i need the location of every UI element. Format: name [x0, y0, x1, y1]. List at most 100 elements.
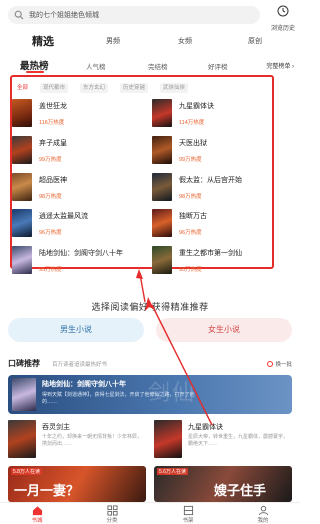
nav-profile[interactable]: 我的: [243, 505, 283, 524]
nav-bookshelf[interactable]: 书架: [168, 505, 208, 524]
tab-nanpin[interactable]: 男频: [106, 36, 120, 46]
book-cover: [12, 136, 32, 164]
book-cover: [12, 378, 36, 411]
rank-item[interactable]: 重生之都市第一剑仙 93万热度: [152, 246, 282, 276]
refresh-icon: [267, 361, 274, 367]
main-tabs: 精选 男频 女频 原创: [0, 30, 300, 50]
reader-count-badge: 5.8万人在读: [11, 468, 42, 475]
tab-yuanchuang[interactable]: 原创: [248, 36, 262, 46]
tab-nvpin[interactable]: 女频: [178, 36, 192, 46]
book-heat: 98万热度: [179, 194, 202, 200]
book-cover: [12, 209, 32, 237]
active-tab-indicator: [26, 71, 44, 73]
book-heat: 96万热度: [39, 230, 62, 236]
book-title: 盖世狂龙: [39, 103, 67, 110]
tab-wanjie[interactable]: 完结榜: [148, 61, 168, 71]
chip-wuxia[interactable]: 武侠仙侠: [160, 83, 189, 93]
bookshelf-icon: [183, 505, 193, 516]
grid-icon: [106, 505, 118, 516]
refresh-button[interactable]: 换一批: [267, 360, 292, 368]
ranking-tabs: 最热榜 人气榜 完结榜 好评榜 完整榜单 ›: [0, 58, 300, 74]
book-cover: [12, 99, 32, 127]
koubei-header: 口碑推荐 百万读者追读最热好书 换一批: [0, 358, 300, 372]
rank-item[interactable]: 弃子成皇 99万热度: [12, 136, 142, 166]
book-banner-strip[interactable]: 5.8万人在读 一月一妻？: [8, 466, 146, 502]
nav-label: 分类: [106, 518, 118, 524]
book-heat: 114万热度: [179, 120, 205, 126]
book-cover: [152, 173, 172, 201]
chip-history[interactable]: 历史穿越: [120, 83, 149, 93]
tab-zuire[interactable]: 最热榜: [20, 58, 49, 72]
book-card[interactable]: 吞灵剑主 十年之约，却换来一朝无情背叛！少年林辰，携剑而出……: [8, 420, 148, 462]
book-cover: [152, 246, 172, 274]
book-heat: 99万热度: [179, 157, 202, 163]
book-banner-strip[interactable]: 5.6万人在读 嫂子住手: [154, 466, 292, 502]
rank-item[interactable]: 天医出狱 99万热度: [152, 136, 282, 166]
tab-renqi[interactable]: 人气榜: [86, 61, 106, 71]
section-subtitle: 百万读者追读最热好书: [52, 362, 108, 368]
section-title: 口碑推荐: [8, 359, 40, 368]
book-cover: [152, 209, 172, 237]
nav-label: 书架: [182, 518, 194, 524]
book-title: 重生之都市第一剑仙: [179, 250, 242, 257]
book-cover: [12, 173, 32, 201]
reader-count-badge: 5.6万人在读: [157, 468, 188, 475]
book-title: 弃子成皇: [39, 140, 67, 147]
chip-fantasy[interactable]: 东方玄幻: [80, 83, 109, 93]
nav-label: 我的: [257, 518, 269, 524]
preference-title: 选择阅读偏好·获得精准推荐: [91, 303, 209, 313]
search-input[interactable]: 我的七个姐姐绝色倾城: [8, 6, 260, 24]
book-heat: 95万热度: [39, 267, 62, 273]
book-heat: 96万热度: [179, 230, 202, 236]
book-heat: 93万热度: [179, 267, 202, 273]
book-cover: [12, 246, 32, 274]
book-title: 超品医神: [39, 177, 67, 184]
book-description: 星辰大帝，转世重生，九星霸体，震撼寰宇，霸绝天下……: [188, 434, 289, 447]
book-title: 假太监：从后宫开始: [179, 177, 242, 184]
featured-book-banner[interactable]: 剑仙 陆地剑仙：剑阁守剑八十年 得到天赋【剑道通神】，获得七星剑法，开启了他修仙…: [8, 375, 292, 414]
rank-item[interactable]: 超品医神 98万热度: [12, 173, 142, 203]
chip-all[interactable]: 全部: [14, 83, 32, 93]
chip-urban[interactable]: 现代都市: [40, 83, 69, 93]
book-card[interactable]: 九星霸体诀 星辰大帝，转世重生，九星霸体，震撼寰宇，霸绝天下……: [154, 420, 294, 462]
book-title: 逍遥太监最风流: [39, 213, 88, 220]
book-cover: [8, 420, 36, 458]
home-icon: [32, 506, 42, 516]
refresh-label: 换一批: [275, 362, 292, 368]
tab-haoping[interactable]: 好评榜: [208, 61, 228, 71]
banner-headline: 嫂子住手: [214, 484, 267, 499]
female-novel-button[interactable]: 女生小说: [156, 318, 292, 342]
book-heat: 98万热度: [39, 194, 62, 200]
book-description: 得到天赋【剑道通神】，获得七星剑法，开启了他修仙之路，打开了他的……: [42, 392, 195, 405]
bottom-nav: 书城 分类 书架 我的: [0, 502, 300, 524]
full-ranking-link[interactable]: 完整榜单 ›: [266, 61, 294, 70]
male-novel-button[interactable]: 男生小说: [8, 318, 144, 342]
history-button[interactable]: 浏览历史: [268, 4, 298, 32]
book-title: 陆地剑仙：剑阁守剑八十年: [39, 250, 123, 257]
search-placeholder: 我的七个姐姐绝色倾城: [29, 12, 99, 19]
book-title: 独断万古: [179, 213, 207, 220]
book-title: 陆地剑仙：剑阁守剑八十年: [42, 381, 126, 388]
book-title: 天医出狱: [179, 140, 207, 147]
nav-bookstore[interactable]: 书城: [17, 505, 57, 524]
rank-item[interactable]: 九星霸体诀 114万热度: [152, 99, 282, 129]
book-title: 九星霸体诀: [188, 424, 223, 431]
rank-item[interactable]: 独断万古 96万热度: [152, 209, 282, 239]
rank-item[interactable]: 逍遥太监最风流 96万热度: [12, 209, 142, 239]
rank-item[interactable]: 陆地剑仙：剑阁守剑八十年 95万热度: [12, 246, 142, 276]
nav-category[interactable]: 分类: [92, 505, 132, 524]
book-heat: 99万热度: [39, 157, 62, 163]
clock-icon: [277, 5, 289, 17]
annotation-arrow-line: [139, 273, 146, 303]
book-heat: 116万热度: [39, 120, 65, 126]
nav-label: 书城: [31, 518, 43, 524]
book-cover: [152, 99, 172, 127]
book-description: 十年之约，却换来一朝无情背叛！少年林辰，携剑而出……: [42, 434, 143, 447]
book-title: 九星霸体诀: [179, 103, 214, 110]
search-icon: [14, 10, 24, 20]
tab-jingxuan[interactable]: 精选: [32, 33, 54, 49]
search-row: 我的七个姐姐绝色倾城 浏览历史: [0, 0, 300, 32]
rank-item[interactable]: 盖世狂龙 116万热度: [12, 99, 142, 129]
book-title: 吞灵剑主: [42, 424, 70, 431]
rank-item[interactable]: 假太监：从后宫开始 98万热度: [152, 173, 282, 203]
